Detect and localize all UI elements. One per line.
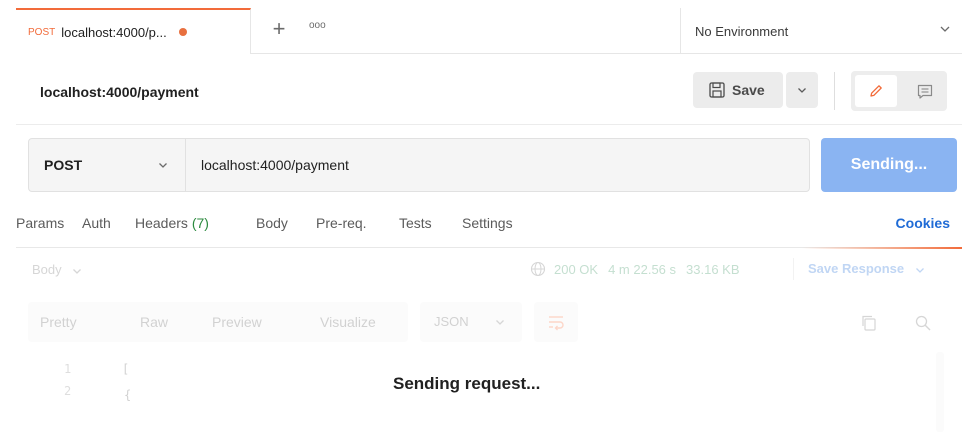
environment-label: No Environment xyxy=(695,23,789,39)
wrap-lines-icon xyxy=(549,316,564,331)
tab-prereq[interactable]: Pre-req. xyxy=(316,215,367,231)
tab-tests[interactable]: Tests xyxy=(399,215,432,231)
tab-params[interactable]: Params xyxy=(16,215,64,231)
send-button[interactable]: Sending... xyxy=(821,138,957,192)
more-tabs-button[interactable]: ooo xyxy=(309,20,326,31)
request-header: localhost:4000/payment Save xyxy=(16,54,962,124)
response-size[interactable]: 33.16 KB xyxy=(686,262,740,277)
response-body-select[interactable]: Body xyxy=(32,262,83,277)
format-tabs: Pretty Raw Preview Visualize xyxy=(28,302,408,342)
tab-method-label: POST xyxy=(28,26,56,38)
line-number: 1 xyxy=(64,362,72,376)
tab-body[interactable]: Body xyxy=(256,215,288,231)
method-label: POST xyxy=(44,157,83,173)
save-label: Save xyxy=(732,82,765,98)
window-edge xyxy=(0,0,16,440)
status-code[interactable]: 200 OK xyxy=(554,262,598,277)
format-pretty[interactable]: Pretty xyxy=(40,314,77,330)
tab-bar: POST localhost:4000/p... + ooo No Enviro… xyxy=(16,8,962,54)
format-visualize[interactable]: Visualize xyxy=(320,314,376,330)
language-select[interactable]: JSON xyxy=(420,302,522,342)
chevron-down-icon xyxy=(496,320,504,325)
header-divider xyxy=(16,124,962,125)
language-label: JSON xyxy=(434,314,469,329)
comment-icon xyxy=(917,84,933,99)
chevron-down-icon xyxy=(940,26,950,32)
toolbar-divider xyxy=(834,72,835,110)
sending-request-message: Sending request... xyxy=(393,374,541,393)
response-time[interactable]: 4 m 22.56 s xyxy=(608,262,676,277)
save-button[interactable]: Save xyxy=(693,72,783,108)
edit-mode-button[interactable] xyxy=(855,75,897,107)
chevron-down-icon xyxy=(915,267,924,273)
pencil-icon xyxy=(870,85,882,97)
format-preview[interactable]: Preview xyxy=(212,314,262,330)
comments-button[interactable] xyxy=(909,75,941,107)
headers-count: (7) xyxy=(191,215,209,231)
tab-title: localhost:4000/p... xyxy=(61,24,167,40)
url-input[interactable]: localhost:4000/payment xyxy=(201,139,349,191)
code-line: { xyxy=(124,388,132,402)
request-name[interactable]: localhost:4000/payment xyxy=(40,84,199,100)
response-scrollbar[interactable] xyxy=(936,352,944,432)
copy-icon[interactable] xyxy=(860,314,878,332)
response-panel: Body 200 OK 4 m 22.56 s 33.16 KB Save Re… xyxy=(16,248,962,440)
floppy-icon xyxy=(709,82,725,98)
response-body-label: Body xyxy=(32,262,62,277)
request-tabs: Params Auth Headers (7) Body Pre-req. Te… xyxy=(16,208,962,244)
chevron-down-icon xyxy=(73,268,82,274)
unsaved-dot-icon xyxy=(178,28,187,36)
tab-headers-label: Headers xyxy=(135,215,188,231)
tab-settings[interactable]: Settings xyxy=(462,215,513,231)
method-select[interactable]: POST xyxy=(29,139,186,191)
format-raw[interactable]: Raw xyxy=(140,314,168,330)
search-icon[interactable] xyxy=(914,314,932,332)
response-code: 1 [ 2 { xyxy=(16,352,962,440)
response-meta-divider xyxy=(793,258,794,280)
cookies-link[interactable]: Cookies xyxy=(896,215,950,231)
tab-headers[interactable]: Headers (7) xyxy=(135,215,209,231)
globe-icon xyxy=(530,261,546,277)
code-line: [ xyxy=(122,362,130,376)
chevron-down-icon xyxy=(798,88,806,93)
mode-toggle xyxy=(851,71,947,111)
save-response-label: Save Response xyxy=(808,261,905,276)
response-meta: 200 OK 4 m 22.56 s 33.16 KB xyxy=(530,261,740,277)
environment-selector[interactable]: No Environment xyxy=(680,8,962,54)
save-response-button[interactable]: Save Response xyxy=(808,261,926,276)
save-options-button[interactable] xyxy=(786,72,818,108)
new-tab-button[interactable]: + xyxy=(266,16,292,44)
line-number: 2 xyxy=(64,384,72,398)
request-tab[interactable]: POST localhost:4000/p... xyxy=(16,8,251,54)
tab-auth[interactable]: Auth xyxy=(82,215,111,231)
url-bar: POST localhost:4000/payment xyxy=(28,138,810,192)
chevron-down-icon xyxy=(159,163,167,168)
wrap-lines-button[interactable] xyxy=(534,302,578,342)
